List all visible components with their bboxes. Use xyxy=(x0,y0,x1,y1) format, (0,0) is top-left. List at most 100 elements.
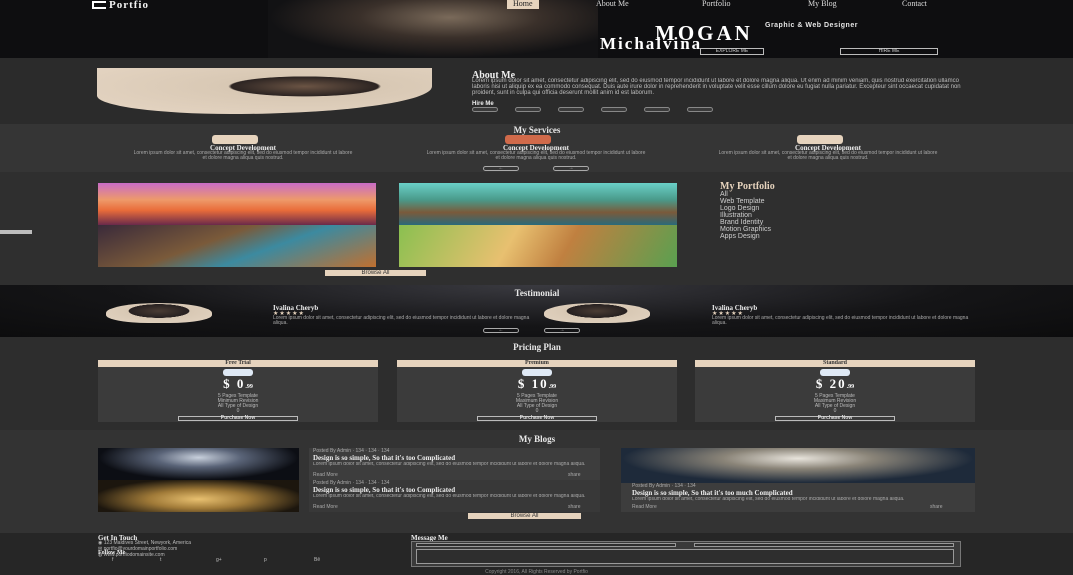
service-2-text: Lorem ipsum dolor sit amet, consectetur … xyxy=(426,150,646,161)
portfolio-browse-button[interactable]: Browse All xyxy=(325,270,426,276)
googleplus-icon[interactable]: g+ xyxy=(216,557,222,563)
blog-1-share[interactable]: share xyxy=(568,473,581,478)
blog-1-title[interactable]: Design is so simple, So that it's too Co… xyxy=(313,455,598,462)
blogs-title: My Blogs xyxy=(518,434,556,444)
portfolio-image-3[interactable] xyxy=(399,183,677,225)
blog-3-share[interactable]: share xyxy=(930,505,943,510)
blog-1-read-more[interactable]: Read More xyxy=(313,473,338,478)
blog-2-image[interactable] xyxy=(98,480,299,512)
plan-feature: 0 xyxy=(236,408,240,414)
service-3-text: Lorem ipsum dolor sit amet, consectetur … xyxy=(718,150,938,161)
twitter-icon[interactable]: t xyxy=(160,557,161,563)
blog-1-image[interactable] xyxy=(98,448,299,480)
blog-3-title[interactable]: Design is so simple, So that it's too mu… xyxy=(632,490,962,497)
pricing-card-standard: Standard $ 20.99 5 Pages Template Maximu… xyxy=(695,360,975,422)
service-1-icon xyxy=(212,135,258,144)
portfolio-cat-brand[interactable]: Brand Identity xyxy=(720,219,763,226)
services-prev-button[interactable]: ← xyxy=(483,166,519,171)
service-3-icon xyxy=(797,135,843,144)
testimonial-prev-button[interactable]: ← xyxy=(483,328,519,333)
blog-2-read-more[interactable]: Read More xyxy=(313,505,338,510)
nav-home[interactable]: Home xyxy=(507,0,539,9)
social-pill-4[interactable] xyxy=(601,107,627,112)
portfolio-title: My Portfolio xyxy=(720,181,775,192)
pinterest-icon[interactable]: p xyxy=(264,557,267,563)
portfolio-cat-illustration[interactable]: Illustration xyxy=(720,212,752,219)
blog-3-text: Lorem ipsum dolor sit amet, consectetur … xyxy=(632,497,905,502)
portfolio-cat-web[interactable]: Web Template xyxy=(720,198,765,205)
services-next-button[interactable]: → xyxy=(553,166,589,171)
price-currency: $ xyxy=(223,376,232,391)
plan-price: $ 20.99 xyxy=(695,377,975,394)
plan-price: $ 0.99 xyxy=(98,377,378,394)
social-pill-2[interactable] xyxy=(515,107,541,112)
social-pill-1[interactable] xyxy=(472,107,498,112)
social-pill-5[interactable] xyxy=(644,107,670,112)
message-textarea[interactable] xyxy=(416,549,954,564)
testimonial-1-avatar xyxy=(106,303,212,323)
site-logo[interactable]: Portfio xyxy=(92,0,149,11)
cloud-icon xyxy=(820,369,850,376)
hire-me-button[interactable]: HIRE ME xyxy=(840,48,938,55)
testimonial-2-avatar xyxy=(544,303,650,323)
blog-3-image[interactable] xyxy=(621,448,975,483)
plan-feature: 0 xyxy=(535,408,539,414)
facebook-icon[interactable]: f xyxy=(112,557,113,563)
price-currency: $ xyxy=(815,376,825,391)
social-pill-3[interactable] xyxy=(558,107,584,112)
testimonial-1-text: Lorem ipsum dolor sit amet, consectetur … xyxy=(273,315,530,326)
logo-text: Portfio xyxy=(109,0,149,11)
portfolio-image-2[interactable] xyxy=(98,225,376,267)
cloud-icon xyxy=(223,369,253,376)
price-cents: .99 xyxy=(245,384,253,390)
side-tab-handle[interactable] xyxy=(0,230,32,234)
hero-portrait-image xyxy=(268,0,598,58)
nav-portfolio[interactable]: Portfolio xyxy=(696,0,736,9)
blogs-browse-button[interactable]: Browse All xyxy=(468,513,581,519)
pricing-title: Pricing Plan xyxy=(513,342,561,352)
price-currency: $ xyxy=(517,376,527,391)
behance-icon[interactable]: Bē xyxy=(314,557,320,563)
about-text: Lorem ipsum dolor sit amet, consectetur … xyxy=(472,78,961,96)
nav-blog[interactable]: My Blog xyxy=(802,0,843,9)
testimonial-next-button[interactable]: → xyxy=(544,328,580,333)
plan-name: Free Trial xyxy=(98,360,378,367)
blog-1-text: Lorem ipsum dolor sit amet, consectetur … xyxy=(313,462,586,467)
pricing-card-free: Free Trial $ 0.99 5 Pages Template Minim… xyxy=(98,360,378,422)
blog-2-share[interactable]: share xyxy=(568,505,581,510)
price-cents: .99 xyxy=(548,384,557,390)
services-title: My Services xyxy=(513,125,561,135)
portfolio-cat-all[interactable]: All xyxy=(720,191,728,198)
plan-price: $ 10.99 xyxy=(397,377,677,394)
purchase-button-standard[interactable]: Purchase Now xyxy=(775,416,895,421)
nav-contact[interactable]: Contact xyxy=(896,0,933,9)
email-input[interactable] xyxy=(694,543,954,547)
blog-2-title[interactable]: Design is so simple, So that it's too Co… xyxy=(313,487,598,494)
blog-3-read-more[interactable]: Read More xyxy=(632,505,657,510)
purchase-button-free[interactable]: Purchase Now xyxy=(178,416,298,421)
cloud-icon xyxy=(522,369,552,376)
portfolio-cat-apps[interactable]: Apps Design xyxy=(720,233,760,240)
price-amount: 10 xyxy=(531,376,549,391)
name-input[interactable] xyxy=(416,543,676,547)
follow-title: Follow Me xyxy=(98,550,126,556)
logo-mark-icon xyxy=(92,1,106,9)
portfolio-image-4[interactable] xyxy=(399,225,677,267)
blog-2-text: Lorem ipsum dolor sit amet, consectetur … xyxy=(313,494,586,499)
copyright-text: Copyright 2016, All Rights Reserved by P… xyxy=(485,569,588,575)
testimonial-title: Testimonial xyxy=(514,288,560,298)
explore-me-button[interactable]: EXPLORE ME xyxy=(700,48,764,55)
hero-name-last: Michalvina xyxy=(600,34,703,53)
portfolio-cat-logo[interactable]: Logo Design xyxy=(720,205,759,212)
hero-role: Graphic & Web Designer xyxy=(765,22,858,29)
portfolio-image-1[interactable] xyxy=(98,183,376,225)
purchase-button-premium[interactable]: Purchase Now xyxy=(477,416,597,421)
plan-name: Standard xyxy=(695,360,975,367)
plan-feature: 0 xyxy=(833,408,837,414)
social-pill-6[interactable] xyxy=(687,107,713,112)
portfolio-cat-motion[interactable]: Motion Graphics xyxy=(720,226,771,233)
pricing-card-premium: Premium $ 10.99 5 Pages Template Maximum… xyxy=(397,360,677,422)
service-1-text: Lorem ipsum dolor sit amet, consectetur … xyxy=(133,150,353,161)
nav-about[interactable]: About Me xyxy=(590,0,635,9)
plan-name: Premium xyxy=(397,360,677,367)
